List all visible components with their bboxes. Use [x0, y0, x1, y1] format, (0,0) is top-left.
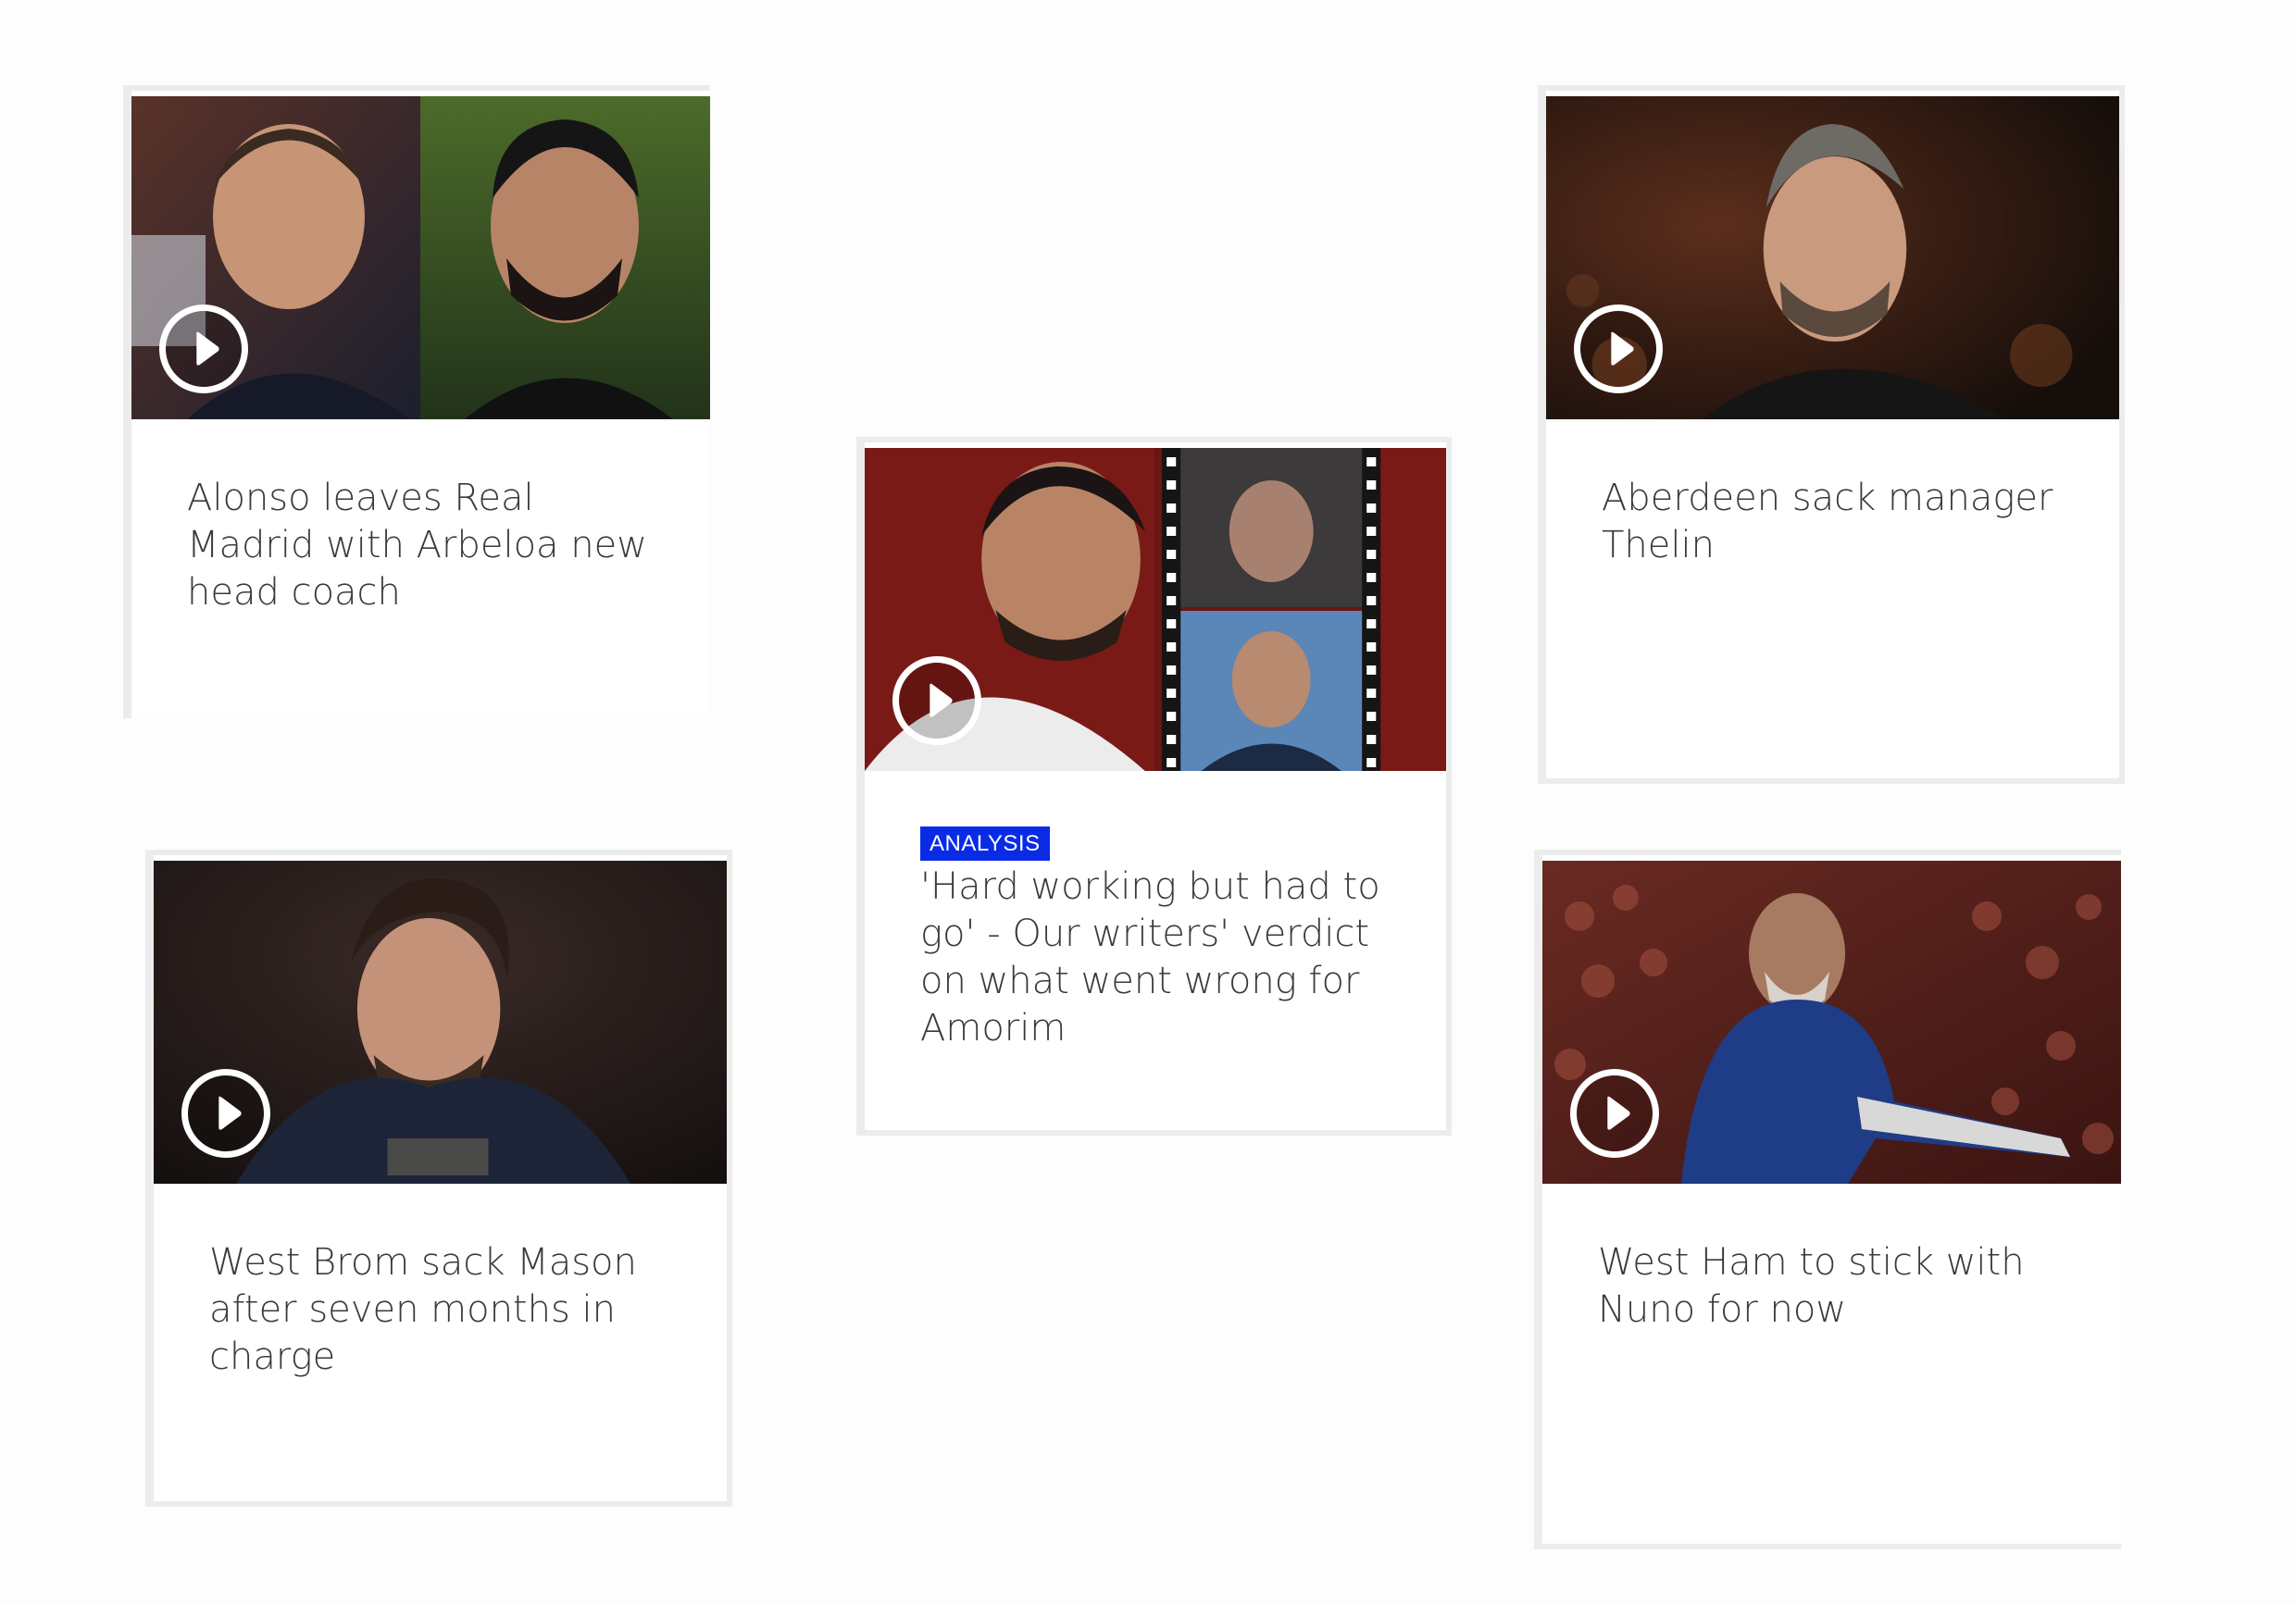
card-thumbnail[interactable]	[131, 96, 710, 419]
card-thumbnail[interactable]	[154, 861, 727, 1184]
card-thumbnail[interactable]	[1546, 96, 2119, 419]
analysis-tag: ANALYSIS	[920, 826, 1050, 861]
play-circle-icon	[196, 331, 219, 366]
news-card-amorim-analysis[interactable]: ANALYSIS 'Hard working but had to go' - …	[856, 437, 1452, 1136]
card-thumbnail[interactable]	[1542, 861, 2121, 1184]
play-button[interactable]	[1570, 1069, 1659, 1158]
play-circle-icon	[218, 1096, 242, 1130]
play-button[interactable]	[892, 656, 981, 745]
play-button[interactable]	[159, 304, 248, 393]
play-circle-icon	[930, 683, 953, 717]
news-card-aberdeen[interactable]: Aberdeen sack manager Thelin	[1538, 85, 2125, 784]
news-card-alonso[interactable]: Alonso leaves Real Madrid with Arbeloa n…	[123, 85, 710, 718]
card-thumbnail[interactable]	[865, 448, 1446, 771]
card-headline[interactable]: West Brom sack Mason after seven months …	[209, 1239, 671, 1381]
play-circle-icon	[1611, 331, 1634, 366]
play-button[interactable]	[181, 1069, 270, 1158]
card-headline[interactable]: 'Hard working but had to go' - Our write…	[920, 864, 1391, 1052]
news-card-west-brom[interactable]: West Brom sack Mason after seven months …	[145, 850, 732, 1507]
play-button[interactable]	[1574, 304, 1663, 393]
play-circle-icon	[1607, 1096, 1630, 1130]
card-headline[interactable]: Aberdeen sack manager Thelin	[1602, 475, 2064, 569]
card-headline[interactable]: Alonso leaves Real Madrid with Arbeloa n…	[187, 475, 655, 616]
card-headline[interactable]: West Ham to stick with Nuno for now	[1598, 1239, 2065, 1334]
news-card-west-ham[interactable]: West Ham to stick with Nuno for now	[1534, 850, 2121, 1549]
